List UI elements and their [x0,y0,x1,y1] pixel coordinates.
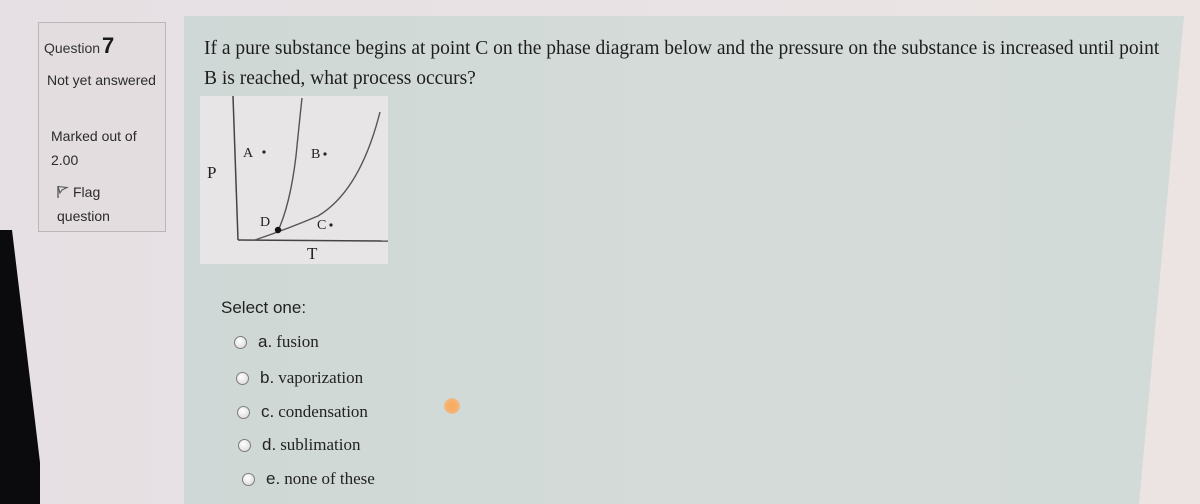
point-b-label: B [311,147,320,162]
radio-button[interactable] [234,335,247,349]
question-info-box: Question7 Not yet answered Marked out of… [38,22,166,232]
phase-diagram-svg: P T A B C D [207,95,389,263]
radio-button[interactable] [236,371,249,385]
light-glare [444,398,460,414]
answer-option-c[interactable]: c. condensation [237,402,368,422]
answer-option-d[interactable]: d. sublimation [238,435,360,455]
option-text: condensation [278,402,368,421]
radio-button[interactable] [242,472,255,486]
point-a-label: A [243,146,254,161]
x-axis-label: T [307,244,318,263]
phase-diagram: P T A B C D [200,95,389,264]
option-letter: d. [262,435,277,454]
point-b [323,152,327,156]
question-state: Not yet answered [47,72,156,88]
point-d-label: D [260,215,270,230]
question-label: Question [44,40,101,56]
flag-question-button[interactable]: Flag question [57,180,157,228]
background-edge [0,230,40,504]
answer-option-e[interactable]: e. none of these [242,469,375,489]
question-text: If a pure substance begins at point C on… [204,38,1160,89]
point-a [262,150,266,154]
question-number: 7 [102,33,115,58]
option-letter: e. [266,469,281,488]
radio-button[interactable] [237,405,250,419]
option-text: fusion [276,332,319,351]
option-letter: c. [261,402,275,421]
answer-option-b[interactable]: b. vaporization [236,368,363,388]
y-axis [232,95,239,241]
point-c-label: C [317,218,326,233]
question-number-label: Question7 [44,33,114,59]
select-one-prompt: Select one: [221,298,307,317]
y-axis-label: P [207,163,216,182]
option-letter: a. [258,332,273,351]
option-text: vaporization [278,368,364,387]
triple-point-d [274,226,282,234]
option-text: sublimation [280,435,361,454]
flag-icon [57,185,69,198]
x-axis [237,239,389,242]
radio-button[interactable] [238,438,251,452]
answer-option-a[interactable]: a. fusion [234,332,319,352]
option-text: none of these [284,469,375,488]
point-c [329,223,333,227]
solid-liquid-curve [276,97,303,234]
question-grade: Marked out of 2.00 [51,128,137,168]
option-letter: b. [260,368,275,387]
